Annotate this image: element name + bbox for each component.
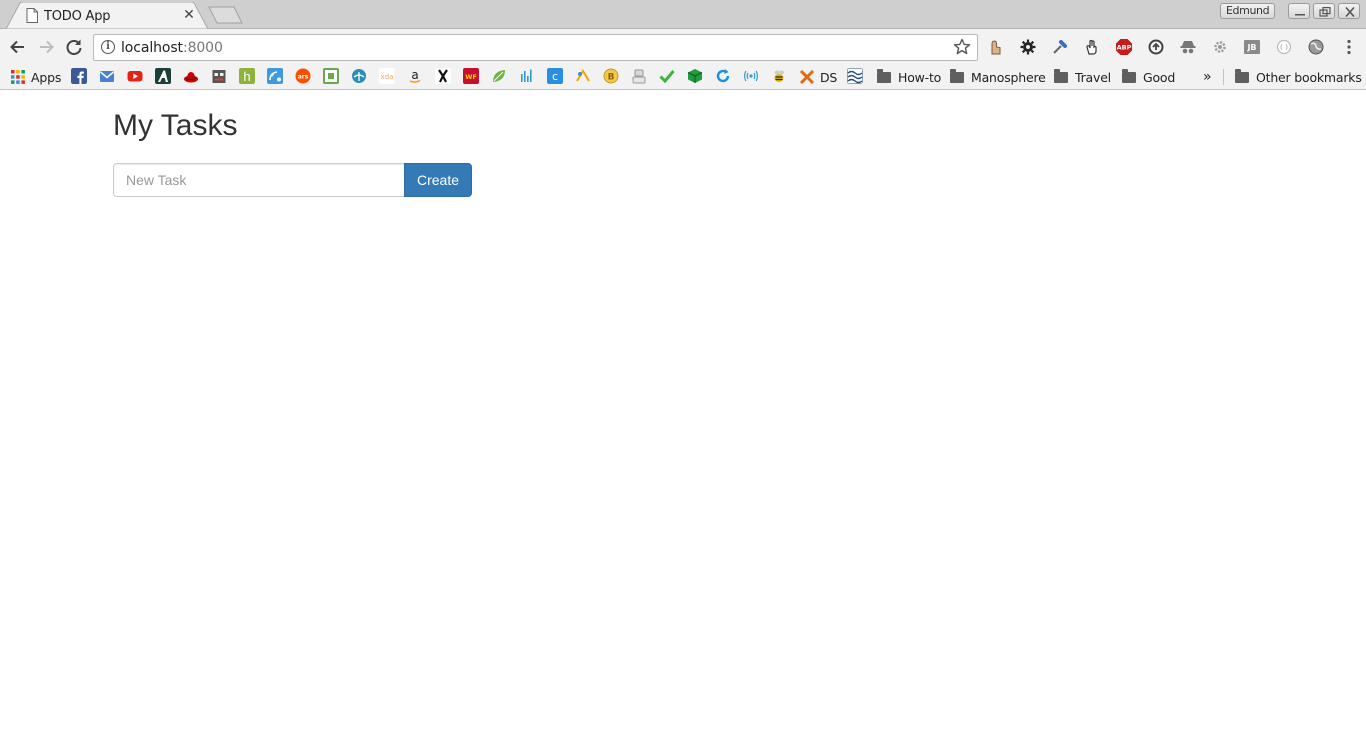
bookmark-waves-icon[interactable] [847, 68, 863, 84]
extension-cog-icon[interactable] [1211, 38, 1229, 56]
bookmarks-overflow-chevron[interactable]: » [1203, 67, 1212, 87]
bookmarks-separator [1223, 69, 1224, 85]
extension-circle-icon[interactable] [1275, 38, 1293, 56]
folder-icon [877, 68, 891, 83]
bookmark-cube-icon[interactable] [687, 68, 703, 84]
tab-todo-app[interactable]: TODO App ✕ [6, 2, 208, 29]
browser-toolbar: i localhost:8000 ABP JB [0, 29, 1366, 64]
extension-spy-icon[interactable] [1179, 38, 1197, 56]
close-icon [1345, 7, 1355, 17]
mail-icon[interactable] [99, 68, 115, 84]
xda-icon[interactable]: xda [379, 68, 395, 84]
extension-finger-icon[interactable] [987, 38, 1005, 56]
extension-gear-icon[interactable] [1019, 38, 1037, 56]
redhat-icon[interactable] [183, 68, 199, 84]
bookmark-planet-icon[interactable] [351, 68, 367, 84]
page-title: My Tasks [113, 109, 238, 142]
bookmark-green-square-icon[interactable] [323, 68, 339, 84]
folder-icon [950, 68, 964, 83]
bookmark-leaf-icon[interactable] [491, 68, 507, 84]
page-content: My Tasks Create [0, 90, 1366, 738]
extension-sync-icon[interactable] [1147, 38, 1165, 56]
bookmark-folder-good[interactable]: Good [1122, 67, 1175, 87]
folder-icon [1122, 68, 1136, 83]
wells-fargo-icon[interactable]: WF [463, 68, 479, 84]
bookmark-folder-other[interactable]: Other bookmarks [1235, 67, 1362, 87]
restore-button[interactable] [1313, 3, 1335, 19]
amazon-icon[interactable]: a [407, 68, 423, 84]
reload-icon[interactable] [64, 37, 84, 57]
extension-eyedropper-icon[interactable] [1051, 38, 1069, 56]
bookmark-folder-manosphere[interactable]: Manosphere [950, 67, 1046, 87]
bookmark-bars-icon[interactable] [519, 68, 535, 84]
apps-grid-icon [11, 70, 25, 84]
folder-label: How-to [898, 69, 942, 85]
checkmark-icon[interactable] [659, 68, 675, 84]
tab-title: TODO App [44, 9, 111, 24]
extension-jb-icon[interactable]: JB [1243, 38, 1261, 56]
bookmark-refresh-blue-icon[interactable] [715, 68, 731, 84]
profile-button[interactable]: Edmund [1220, 3, 1276, 19]
folder-icon [1235, 68, 1249, 83]
new-tab-button[interactable] [208, 6, 244, 24]
forward-icon[interactable] [36, 37, 56, 57]
bookmark-signal-icon[interactable] [743, 68, 759, 84]
restore-icon [1319, 7, 1331, 17]
url-text[interactable]: localhost:8000 [121, 40, 223, 56]
page-icon [26, 8, 38, 23]
svg-text:c: c [552, 70, 558, 83]
svg-text:h: h [243, 69, 250, 84]
svg-text:xda: xda [381, 73, 394, 81]
minimize-icon [1295, 14, 1305, 16]
bookmark-nba-icon[interactable] [435, 68, 451, 84]
bookmark-c-icon[interactable]: c [547, 68, 563, 84]
address-bar[interactable]: i localhost:8000 [93, 34, 978, 61]
folder-label: Good [1143, 69, 1176, 85]
bookmark-robot-gray-icon[interactable] [631, 68, 647, 84]
bookmark-folder-travel[interactable]: Travel [1054, 67, 1111, 87]
folder-label: Manosphere [971, 69, 1046, 85]
tab-strip: TODO App ✕ Edmund [0, 0, 1366, 29]
create-button[interactable]: Create [404, 163, 472, 197]
svg-text:ABP: ABP [1117, 44, 1132, 52]
ds-x-icon [799, 69, 815, 85]
svg-text:ars: ars [298, 74, 309, 81]
bookmark-robot-icon[interactable] [211, 68, 227, 84]
menu-icon[interactable] [1340, 38, 1358, 56]
adblock-plus-icon[interactable]: ABP [1115, 38, 1133, 56]
bookmark-folder-how-to[interactable]: How-to [877, 67, 941, 87]
folder-label: Travel [1075, 69, 1111, 85]
bookmark-h-icon[interactable]: h [239, 68, 255, 84]
svg-text:a: a [411, 68, 418, 82]
minimize-button[interactable] [1288, 3, 1310, 19]
bookmark-bee-icon[interactable] [771, 68, 787, 84]
bookmark-feed-icon[interactable] [267, 68, 283, 84]
svg-text:JB: JB [1246, 43, 1256, 52]
youtube-icon[interactable] [127, 68, 143, 84]
bookmark-yellow-icon[interactable] [575, 68, 591, 84]
ds-label: DS [820, 69, 838, 85]
folder-label: Other bookmarks [1256, 69, 1362, 85]
ars-technica-icon[interactable]: ars [295, 68, 311, 84]
bookmarks-bar: Apps h ars xda a WF c B DS How-to Manosp… [0, 64, 1366, 90]
bookmark-apps[interactable]: Apps [10, 67, 61, 87]
info-icon[interactable]: i [101, 40, 115, 54]
svg-text:WF: WF [465, 73, 477, 81]
bookmark-star-icon[interactable] [953, 38, 971, 56]
close-window-button[interactable] [1338, 3, 1360, 19]
extension-hand-icon[interactable] [1083, 38, 1101, 56]
bookmark-a-icon[interactable] [155, 68, 171, 84]
bitcoin-icon[interactable]: B [603, 68, 619, 84]
folder-icon [1054, 68, 1068, 83]
bookmark-ds[interactable]: DS [799, 67, 837, 87]
apps-label: Apps [31, 69, 62, 85]
back-icon[interactable] [8, 37, 28, 57]
new-task-input[interactable] [113, 163, 405, 197]
extension-globe-icon[interactable] [1307, 38, 1325, 56]
tab-close-icon[interactable]: ✕ [182, 7, 196, 21]
svg-text:B: B [608, 73, 615, 83]
facebook-icon[interactable] [71, 68, 87, 84]
